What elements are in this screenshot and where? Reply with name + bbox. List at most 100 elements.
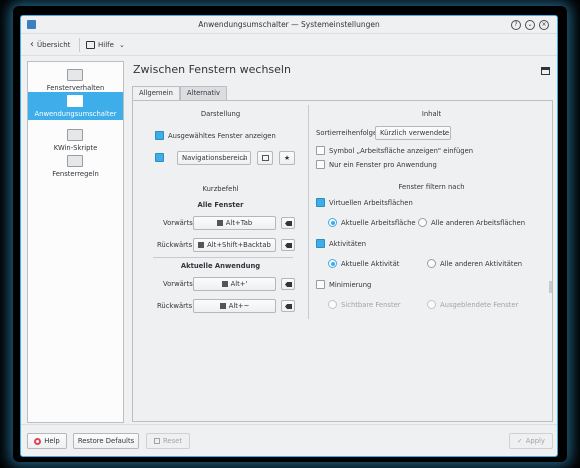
all-other-desktops-radio[interactable] [418, 218, 427, 227]
lifebuoy-icon [34, 437, 42, 445]
style-combo[interactable]: Navigationsbereich ⌄ [177, 151, 251, 165]
all-backward-label: Rückwärts [157, 241, 193, 249]
current-activity-radio[interactable] [328, 259, 337, 268]
group-current-app: Aktuelle Anwendung [180, 262, 261, 270]
hidden-windows-radio[interactable] [427, 300, 436, 309]
current-activity-label: Aktuelle Aktivität [341, 260, 400, 268]
section-filter: Fenster filtern nach [398, 183, 465, 191]
tab-alternativ[interactable]: Alternativ [179, 86, 228, 100]
app-forward-shortcut-button[interactable]: Alt+' [193, 277, 276, 291]
chevron-down-icon: ⌄ [441, 129, 447, 137]
keyboard-icon [198, 242, 205, 248]
backspace-icon [285, 221, 292, 226]
show-selected-window-checkbox[interactable] [155, 131, 164, 140]
app-forward-label: Vorwärts [163, 280, 193, 288]
keyboard-icon [216, 220, 223, 226]
clear-app-forward-button[interactable] [281, 278, 295, 290]
virtual-desktops-label: Virtuellen Arbeitsflächen [329, 199, 413, 207]
section-darstellung: Darstellung [200, 110, 241, 118]
all-forward-shortcut: Alt+Tab [225, 219, 253, 227]
section-kurzbefehl: Kurzbefehl [202, 185, 239, 193]
visible-windows-radio[interactable] [328, 300, 337, 309]
minimization-checkbox[interactable] [316, 280, 325, 289]
star-icon: ★ [283, 154, 291, 162]
toolbar: ‹ Übersicht Hilfe ⌄ [21, 34, 557, 56]
page-title: Zwischen Fenstern wechseln [133, 63, 291, 76]
window-rules-icon [67, 155, 83, 167]
help-button[interactable]: Help [27, 433, 67, 449]
help-icon[interactable]: ? [511, 20, 521, 30]
reset-button[interactable]: Reset [146, 433, 190, 449]
all-backward-shortcut: Alt+Shift+Backtab [207, 241, 271, 249]
app-backward-label: Rückwärts [157, 302, 193, 310]
apply-button-label: Apply [525, 437, 545, 445]
sidebar-item-label: Anwendungsumschalter [34, 110, 117, 118]
titlebar: Anwendungsumschalter — Systemeinstellung… [21, 16, 557, 34]
reset-icon [154, 438, 160, 444]
one-per-app-checkbox[interactable] [316, 160, 325, 169]
sidebar-item-label: Fensterregeln [52, 170, 99, 178]
restore-defaults-button[interactable]: Restore Defaults [73, 433, 139, 449]
chevron-left-icon: ‹ [30, 39, 34, 50]
button-bar: Help Restore Defaults Reset ✓ Apply [21, 424, 557, 456]
clear-all-forward-button[interactable] [281, 217, 295, 229]
window-title: Anwendungsumschalter — Systemeinstellung… [198, 20, 380, 29]
toolbar-separator [79, 38, 80, 52]
activities-label: Aktivitäten [329, 240, 367, 248]
sort-order-combo[interactable]: Kürzlich verwendete ⌄ [375, 126, 451, 140]
sidebar-item-kwin-skripte[interactable]: KWin-Skripte [28, 126, 123, 154]
panel-resize-handle[interactable] [549, 281, 552, 293]
sidebar-item-anwendungsumschalter[interactable]: Anwendungsumschalter [28, 92, 123, 120]
checkmark-icon: ✓ [517, 437, 523, 445]
all-other-desktops-label: Alle anderen Arbeitsflächen [431, 219, 526, 227]
help-menu-button[interactable]: Hilfe ⌄ [86, 39, 125, 51]
chevron-down-icon: ⌄ [241, 154, 247, 162]
sort-order-label: Sortierreihenfolge: [316, 129, 380, 137]
backspace-icon [285, 282, 292, 287]
virtual-desktops-checkbox[interactable] [316, 198, 325, 207]
sidebar-item-label: KWin-Skripte [53, 144, 98, 152]
all-backward-shortcut-button[interactable]: Alt+Shift+Backtab [193, 238, 276, 252]
style-enabled-checkbox[interactable] [155, 153, 164, 162]
tab-bar: Allgemein Alternativ [132, 86, 228, 100]
reset-button-label: Reset [163, 437, 182, 445]
show-desktop-symbol-label: Symbol „Arbeitsfläche anzeigen" einfügen [329, 147, 474, 155]
configure-style-button[interactable] [257, 151, 273, 165]
all-other-activities-radio[interactable] [427, 259, 436, 268]
help-menu-label: Hilfe [98, 41, 114, 49]
kwin-scripts-icon [67, 129, 83, 141]
get-new-styles-button[interactable]: ★ [279, 151, 295, 165]
tab-panel: Darstellung Ausgewähltes Fenster anzeige… [132, 100, 553, 422]
minimize-icon[interactable]: ⌄ [525, 20, 535, 30]
clear-all-backward-button[interactable] [281, 239, 295, 251]
backspace-icon [285, 243, 292, 248]
sidebar-item-fensterverhalten[interactable]: Fensterverhalten [28, 66, 123, 94]
keyboard-icon [219, 303, 226, 309]
close-icon[interactable]: × [539, 20, 549, 30]
current-desktop-label: Aktuelle Arbeitsfläche [341, 219, 416, 227]
all-forward-shortcut-button[interactable]: Alt+Tab [193, 216, 276, 230]
restore-defaults-label: Restore Defaults [77, 437, 135, 445]
clear-app-backward-button[interactable] [281, 300, 295, 312]
sidebar-item-fensterregeln[interactable]: Fensterregeln [28, 152, 123, 180]
app-forward-shortcut: Alt+' [230, 280, 248, 288]
minimization-label: Minimierung [329, 281, 372, 289]
current-desktop-radio[interactable] [328, 218, 337, 227]
activities-checkbox[interactable] [316, 239, 325, 248]
show-selected-window-label: Ausgewähltes Fenster anzeigen [168, 132, 276, 140]
apply-button[interactable]: ✓ Apply [509, 433, 553, 449]
all-other-activities-label: Alle anderen Aktivitäten [440, 260, 523, 268]
keyboard-icon [221, 281, 228, 287]
one-per-app-label: Nur ein Fenster pro Anwendung [329, 161, 437, 169]
show-desktop-symbol-checkbox[interactable] [316, 146, 325, 155]
sidebar-item-label: Fensterverhalten [46, 84, 105, 92]
app-backward-shortcut-button[interactable]: Alt+~ [193, 299, 276, 313]
chevron-down-icon: ⌄ [118, 41, 125, 49]
window-icon [541, 67, 550, 75]
tab-allgemein[interactable]: Allgemein [132, 86, 180, 100]
style-combo-value: Navigationsbereich [182, 154, 248, 162]
group-all-windows: Alle Fenster [197, 201, 244, 209]
back-button[interactable]: ‹ Übersicht [30, 39, 70, 51]
section-inhalt: Inhalt [421, 110, 442, 118]
app-backward-shortcut: Alt+~ [228, 302, 250, 310]
